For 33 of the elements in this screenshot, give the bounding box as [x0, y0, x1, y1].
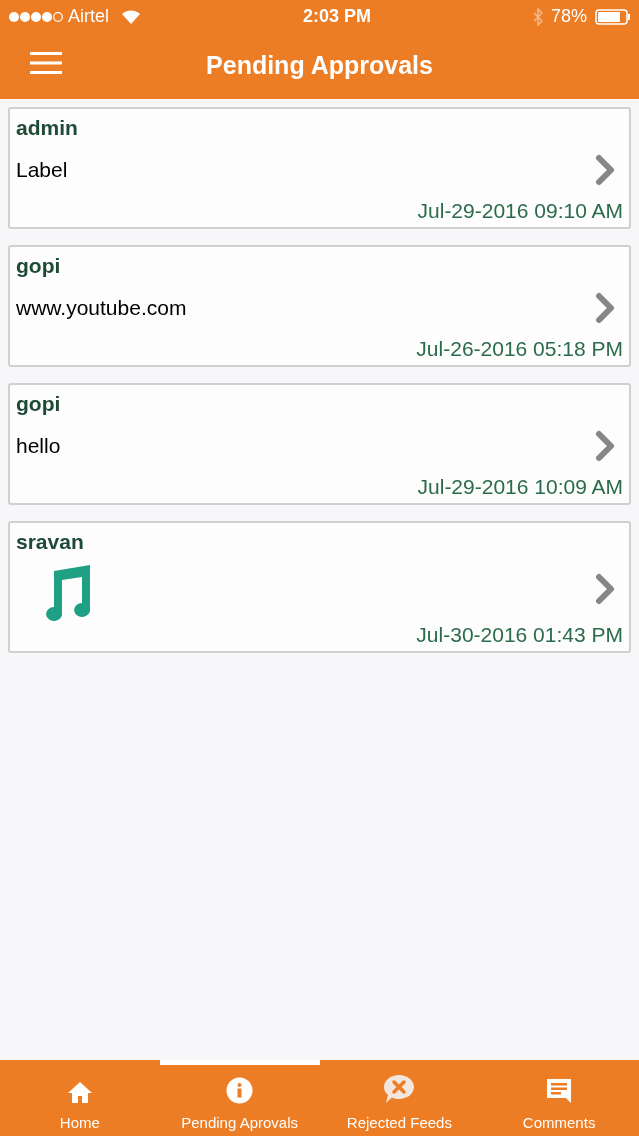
signal-icon	[8, 10, 64, 23]
feed-content: Label	[16, 157, 68, 183]
chevron-right-icon	[595, 573, 615, 605]
feed-card[interactable]: sravan Jul-30-2016 01:43 PM	[8, 521, 631, 653]
chevron-right-icon	[595, 430, 615, 462]
menu-button[interactable]	[30, 52, 62, 74]
feed-content: hello	[16, 433, 61, 459]
feed-card[interactable]: gopi hello Jul-29-2016 10:09 AM	[8, 383, 631, 505]
home-icon	[66, 1079, 93, 1104]
comment-icon	[546, 1077, 573, 1104]
header-title: Pending Approvals	[206, 50, 433, 82]
feed-date: Jul-26-2016 05:18 PM	[416, 336, 623, 362]
feed-card[interactable]: gopi www.youtube.com Jul-26-2016 05:18 PM	[8, 245, 631, 367]
bluetooth-icon	[532, 7, 543, 26]
feed-content: www.youtube.com	[16, 295, 187, 321]
status-time: 2:03 PM	[302, 5, 371, 28]
chevron-right-icon	[595, 292, 615, 324]
author-name: admin	[16, 115, 78, 141]
info-icon	[226, 1076, 254, 1104]
wifi-icon	[121, 9, 141, 24]
author-name: gopi	[16, 391, 61, 417]
feed-date: Jul-29-2016 10:09 AM	[417, 474, 623, 500]
speech-bubble-x-icon	[383, 1073, 416, 1104]
chevron-right-icon	[595, 154, 615, 186]
author-name: gopi	[16, 253, 61, 279]
author-name: sravan	[16, 529, 84, 555]
battery-percent: 78%	[550, 5, 587, 28]
battery-icon	[595, 8, 631, 25]
feed-date: Jul-30-2016 01:43 PM	[416, 622, 623, 648]
feed-date: Jul-29-2016 09:10 AM	[417, 198, 623, 224]
carrier-name: Airtel	[68, 5, 109, 28]
menu-icon	[30, 52, 62, 74]
feed-card[interactable]: admin Label Jul-29-2016 09:10 AM	[8, 107, 631, 229]
